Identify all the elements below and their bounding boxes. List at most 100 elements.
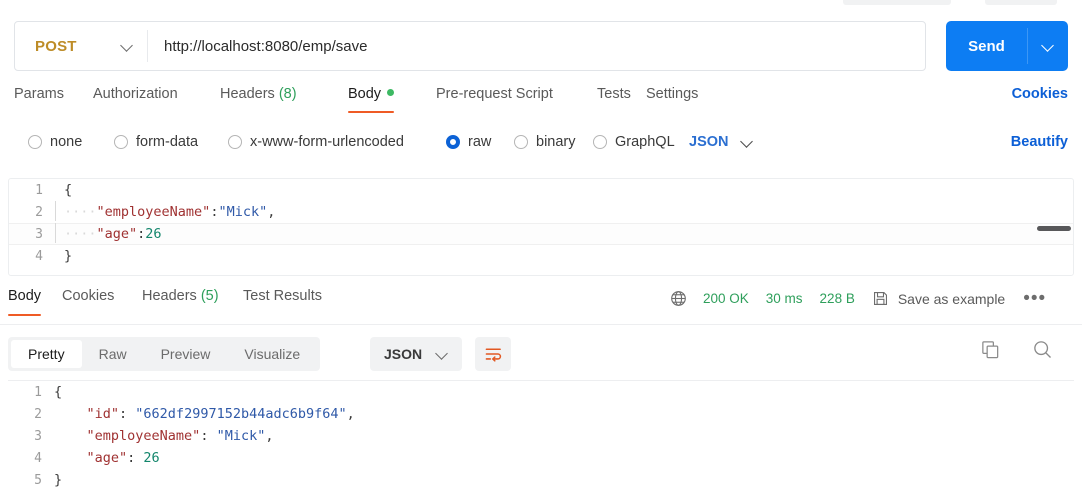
tab-label: Raw [99, 346, 127, 362]
response-view-segmented-control: Pretty Raw Preview Visualize [8, 337, 320, 371]
request-body-editor[interactable]: 1{2····"employeeName":"Mick",3····"age":… [8, 178, 1074, 276]
indent-dots [54, 450, 87, 466]
radio-raw[interactable]: raw [446, 134, 491, 150]
indent-dots: ···· [64, 226, 97, 242]
status-code: 200 OK [703, 291, 749, 306]
word-wrap-toggle-icon[interactable] [475, 337, 511, 371]
tab-params[interactable]: Params [14, 86, 64, 113]
http-method-dropdown[interactable]: POST [15, 22, 147, 70]
send-button-label: Send [946, 38, 1027, 55]
radio-x-www-form-urlencoded[interactable]: x-www-form-urlencoded [228, 134, 404, 150]
line-number: 1 [8, 382, 54, 404]
response-tab-test-results[interactable]: Test Results [243, 288, 322, 316]
code-token: "age" [97, 226, 138, 242]
code-line: 2····"employeeName":"Mick", [9, 201, 1073, 223]
tab-tests[interactable]: Tests [597, 86, 631, 113]
radio-label: raw [468, 134, 491, 150]
code-token: 26 [145, 226, 161, 242]
chevron-down-icon [741, 136, 753, 148]
tab-authorization[interactable]: Authorization [93, 86, 178, 113]
tab-label: Body [348, 86, 381, 102]
cookies-link[interactable]: Cookies [1012, 86, 1068, 102]
send-button[interactable]: Send [946, 21, 1068, 71]
code-line: 1{ [8, 381, 1074, 403]
response-format-label: JSON [384, 346, 422, 362]
tab-headers[interactable]: Headers (8) [220, 86, 297, 113]
response-tab-cookies[interactable]: Cookies [62, 288, 114, 316]
code-line: 3····"age":26 [9, 223, 1073, 245]
line-number: 4 [8, 448, 54, 470]
view-tab-preview[interactable]: Preview [144, 340, 228, 368]
radio-form-data[interactable]: form-data [114, 134, 198, 150]
beautify-button[interactable]: Beautify [1011, 134, 1068, 150]
search-icon[interactable] [1032, 339, 1053, 365]
chevron-down-icon [121, 40, 133, 52]
postman-request-response-pane: POST Send Params Authorization Headers (… [0, 0, 1082, 503]
indent-guide [55, 201, 56, 221]
url-input[interactable] [148, 23, 925, 69]
horizontal-scrollbar[interactable] [1037, 226, 1071, 231]
line-number: 2 [8, 404, 54, 426]
line-number: 2 [9, 202, 55, 224]
tab-label: Visualize [244, 346, 300, 362]
chevron-down-icon [1042, 40, 1054, 52]
radio-binary[interactable]: binary [514, 134, 576, 150]
save-as-example-button[interactable]: Save as example [898, 291, 1005, 307]
tab-label: Body [8, 288, 41, 304]
indent-dots [54, 428, 87, 444]
tab-body[interactable]: Body [348, 86, 394, 113]
body-modified-dot-icon [387, 89, 394, 96]
code-token: , [265, 428, 273, 444]
url-bar: POST [14, 21, 926, 71]
response-format-dropdown[interactable]: JSON [370, 337, 462, 371]
request-code-lines: 1{2····"employeeName":"Mick",3····"age":… [9, 179, 1073, 267]
radio-circle-selected-icon [446, 135, 460, 149]
indent-guide [55, 245, 56, 265]
radio-circle-icon [114, 135, 128, 149]
code-line: 3 "employeeName": "Mick", [8, 425, 1074, 447]
code-token: , [267, 204, 275, 220]
body-type-radio-group: none form-data x-www-form-urlencoded raw… [14, 134, 1068, 160]
line-number: 5 [8, 470, 54, 492]
raw-format-label: JSON [689, 134, 729, 150]
tab-settings[interactable]: Settings [646, 86, 698, 113]
active-tab-underline [8, 314, 41, 317]
response-tab-body[interactable]: Body [8, 288, 41, 316]
radio-circle-icon [593, 135, 607, 149]
view-tab-pretty[interactable]: Pretty [11, 340, 82, 368]
code-token: 26 [143, 450, 159, 466]
tab-label: Test Results [243, 288, 322, 304]
radio-circle-icon [514, 135, 528, 149]
code-token: } [54, 472, 62, 488]
code-token: { [54, 384, 62, 400]
chrome-pill-right [985, 0, 1057, 5]
chrome-pill-left [843, 0, 951, 5]
indent-dots [54, 406, 87, 422]
response-body-editor[interactable]: 1{2 "id": "662df2997152b44adc6b9f64",3 "… [8, 380, 1074, 503]
indent-dots: ···· [64, 204, 97, 220]
code-token: "age" [87, 450, 128, 466]
radio-graphql[interactable]: GraphQL [593, 134, 675, 150]
send-options-dropdown[interactable] [1028, 40, 1068, 52]
raw-format-dropdown[interactable]: JSON [689, 134, 753, 150]
response-tab-headers[interactable]: Headers (5) [142, 288, 219, 316]
code-token: "Mick" [217, 428, 266, 444]
copy-icon[interactable] [980, 339, 1001, 365]
response-view-toolbar: Pretty Raw Preview Visualize JSON [8, 337, 1074, 373]
radio-label: none [50, 134, 82, 150]
save-disk-icon[interactable] [872, 290, 889, 307]
view-tab-raw[interactable]: Raw [82, 340, 144, 368]
radio-label: form-data [136, 134, 198, 150]
response-code-lines: 1{2 "id": "662df2997152b44adc6b9f64",3 "… [8, 381, 1074, 491]
view-tab-visualize[interactable]: Visualize [227, 340, 317, 368]
code-line: 4} [9, 245, 1073, 267]
tab-label: Pretty [28, 346, 65, 362]
line-number: 3 [8, 426, 54, 448]
more-options-icon[interactable]: ••• [1023, 294, 1046, 304]
code-token: : [200, 428, 216, 444]
tab-pre-request-script[interactable]: Pre-request Script [436, 86, 553, 113]
response-tabs-bar: Body Cookies Headers (5) Test Results 20… [8, 288, 1074, 324]
request-tabs: Params Authorization Headers (8) Body Pr… [14, 86, 1068, 120]
radio-none[interactable]: none [28, 134, 82, 150]
tab-label: Params [14, 86, 64, 102]
